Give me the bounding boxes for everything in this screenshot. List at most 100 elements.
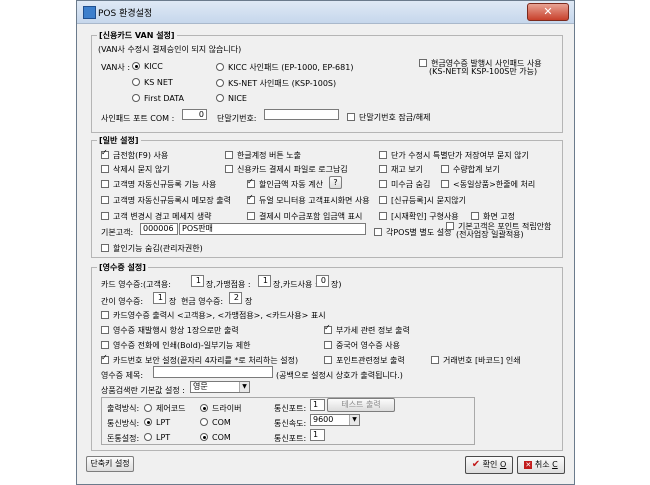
comm-method-com[interactable]: COM xyxy=(200,418,231,427)
signpad-port-input[interactable]: 0 xyxy=(182,109,207,120)
van-option-nice[interactable]: NICE xyxy=(216,94,247,103)
window-close-button[interactable]: ✕ xyxy=(527,3,569,21)
card-mask-checkbox[interactable] xyxy=(101,353,109,364)
drawer-lpt[interactable]: LPT xyxy=(144,433,170,442)
stock-view-checkbox[interactable] xyxy=(379,165,387,173)
discount-auto-checkbox[interactable] xyxy=(247,177,255,188)
chevron-down-icon[interactable]: ▼ xyxy=(349,415,359,425)
help-button[interactable]: ? xyxy=(329,176,342,189)
nice-radio[interactable] xyxy=(216,94,224,102)
receipt-title-input[interactable] xyxy=(153,366,273,378)
bold-limit-checkbox[interactable] xyxy=(101,341,109,349)
default-cust-name-input[interactable]: POS판매 xyxy=(179,223,366,235)
ksnet-radio[interactable] xyxy=(132,78,140,86)
delete-noask-checkbox[interactable] xyxy=(101,165,109,173)
card-receipt-card-input[interactable]: 0 xyxy=(316,275,329,287)
cash-receipt-signpad-checkbox[interactable] xyxy=(419,59,427,67)
default-cust-code-input[interactable]: 000006 xyxy=(140,223,178,235)
opt-screen-fix[interactable]: 화면 고정 xyxy=(471,211,515,222)
print-method-control[interactable]: 제어코드 xyxy=(144,403,185,414)
default-cust-point-checkbox[interactable] xyxy=(446,222,454,230)
reissue-one-checkbox[interactable] xyxy=(101,326,109,334)
card-types-checkbox[interactable] xyxy=(101,311,109,319)
kicc-pad-radio[interactable] xyxy=(216,63,224,71)
opt-bold-limit[interactable]: 영수증 전화에 인쇄(Bold)-일부기능 제한 xyxy=(101,340,250,351)
cust-change-checkbox[interactable] xyxy=(101,212,109,220)
opt-discount-auto[interactable]: 할인금액 자동 계산 xyxy=(247,177,323,190)
market-price-checkbox[interactable] xyxy=(379,212,387,220)
opt-unpaid-hide[interactable]: 미수금 숨김 xyxy=(379,179,430,190)
barcode-checkbox[interactable] xyxy=(431,356,439,364)
opt-unpaid-display[interactable]: 결제시 미수금포함 입금액 표시 xyxy=(247,211,362,222)
vat-print-checkbox[interactable] xyxy=(324,323,332,334)
opt-barcode[interactable]: 거래번호 [바코드] 인쇄 xyxy=(431,355,521,366)
korean-button-checkbox[interactable] xyxy=(225,151,233,159)
cust-memo-checkbox[interactable] xyxy=(101,196,109,204)
drawer-com[interactable]: COM xyxy=(200,433,231,442)
terminal-lock-checkbox[interactable] xyxy=(347,113,355,121)
ok-button[interactable]: ✔ 확인 O xyxy=(465,456,513,474)
terminal-lock-option[interactable]: 단말기번호 잠금/해제 xyxy=(347,112,430,123)
unpaid-hide-checkbox[interactable] xyxy=(379,180,387,188)
pos-separate-checkbox[interactable] xyxy=(374,228,382,236)
opt-same-item[interactable]: <동일상품>한줄에 처리 xyxy=(441,179,535,190)
opt-cust-memo[interactable]: 고객명 자동신규등록시 메모장 출력 xyxy=(101,195,231,206)
chinese-checkbox[interactable] xyxy=(324,341,332,349)
f9-drawer-checkbox[interactable] xyxy=(101,148,109,159)
van-option-kicc[interactable]: KICC xyxy=(132,62,163,71)
card-log-checkbox[interactable] xyxy=(225,165,233,173)
chevron-down-icon[interactable]: ▼ xyxy=(239,382,249,392)
cash-receipt-input[interactable]: 2 xyxy=(229,292,242,304)
drawer-com-radio[interactable] xyxy=(200,433,208,441)
dual-monitor-checkbox[interactable] xyxy=(247,193,255,204)
opt-cust-change[interactable]: 고객 변경시 경고 메세지 생략 xyxy=(101,211,212,222)
qty-sum-checkbox[interactable] xyxy=(441,165,449,173)
opt-vat-print[interactable]: 부가세 관련 정보 출력 xyxy=(324,323,410,336)
opt-qty-sum[interactable]: 수량합계 보기 xyxy=(441,164,500,175)
opt-default-cust-point[interactable]: 기본고객은 포인트 적립안함 (전사업장 일괄적용) xyxy=(446,222,551,239)
comm-speed-select[interactable]: 9600 ▼ xyxy=(310,414,360,426)
firstdata-radio[interactable] xyxy=(132,94,140,102)
simple-receipt-input[interactable]: 1 xyxy=(153,292,166,304)
driver-radio[interactable] xyxy=(200,404,208,412)
terminal-no-input[interactable] xyxy=(264,109,339,120)
price-modify-checkbox[interactable] xyxy=(379,151,387,159)
opt-dual-monitor[interactable]: 듀얼 모니터용 고객표시화면 사용 xyxy=(247,193,370,206)
opt-stock-view[interactable]: 재고 보기 xyxy=(379,164,423,175)
comm-lpt-radio[interactable] xyxy=(144,418,152,426)
cash-receipt-signpad-option[interactable]: 현금영수증 발행시 사인패드 사용 (KS-NET의 KSP-100S만 가능) xyxy=(419,59,542,76)
kicc-radio[interactable] xyxy=(132,62,140,70)
van-option-ksnet[interactable]: KS NET xyxy=(132,78,173,87)
comm-port-input[interactable]: 1 xyxy=(310,399,325,411)
unpaid-display-checkbox[interactable] xyxy=(247,212,255,220)
opt-card-types[interactable]: 카드영수증 출력시 <고객용>, <가맹점용>, <카드사용> 표시 xyxy=(101,310,326,321)
opt-card-log[interactable]: 신용카드 결제시 파일로 로그남김 xyxy=(225,164,348,175)
discount-hide-checkbox[interactable] xyxy=(101,244,109,252)
opt-f9-drawer[interactable]: 금전함(F9) 사용 xyxy=(101,148,168,161)
same-item-checkbox[interactable] xyxy=(441,180,449,188)
opt-market-price[interactable]: [시재확인] 구형사용 xyxy=(379,211,459,222)
opt-chinese[interactable]: 중국어 영수증 사용 xyxy=(324,340,400,351)
opt-discount-hide[interactable]: 할인기능 숨김(관리자권한) xyxy=(101,243,203,254)
opt-new-reg[interactable]: [신규등록]시 묻지않기 xyxy=(379,195,466,206)
print-method-driver[interactable]: 드라이버 xyxy=(200,403,241,414)
opt-card-mask[interactable]: 카드번호 보안 설정(끝자리 4자리를 *로 처리하는 설정) xyxy=(101,353,298,366)
comm-method-lpt[interactable]: LPT xyxy=(144,418,170,427)
opt-pos-separate[interactable]: 각POS별 별도 설정 xyxy=(374,227,451,238)
opt-point-print[interactable]: 포인트관련정보 출력 xyxy=(324,355,405,366)
shortcut-settings-button[interactable]: 단축키 설정 xyxy=(86,456,134,472)
point-print-checkbox[interactable] xyxy=(324,356,332,364)
opt-reissue-one[interactable]: 영수증 재발행시 항상 1장으로만 출력 xyxy=(101,325,239,336)
drawer-lpt-radio[interactable] xyxy=(144,433,152,441)
opt-cust-auto[interactable]: 고객명 자동신규등록 기능 사용 xyxy=(101,179,216,190)
card-receipt-customer-input[interactable]: 1 xyxy=(191,275,204,287)
screen-fix-checkbox[interactable] xyxy=(471,212,479,220)
cust-auto-checkbox[interactable] xyxy=(101,180,109,188)
opt-korean-button[interactable]: 한글계정 버튼 노출 xyxy=(225,150,301,161)
opt-price-modify[interactable]: 단가 수정시 특별단가 저장여부 묻지 않기 xyxy=(379,150,529,161)
new-reg-checkbox[interactable] xyxy=(379,196,387,204)
van-option-ksnet-pad[interactable]: KS-NET 사인패드 (KSP-100S) xyxy=(216,78,336,89)
cancel-button[interactable]: ✕ 취소 C xyxy=(517,456,565,474)
control-code-radio[interactable] xyxy=(144,404,152,412)
van-option-firstdata[interactable]: First DATA xyxy=(132,94,184,103)
